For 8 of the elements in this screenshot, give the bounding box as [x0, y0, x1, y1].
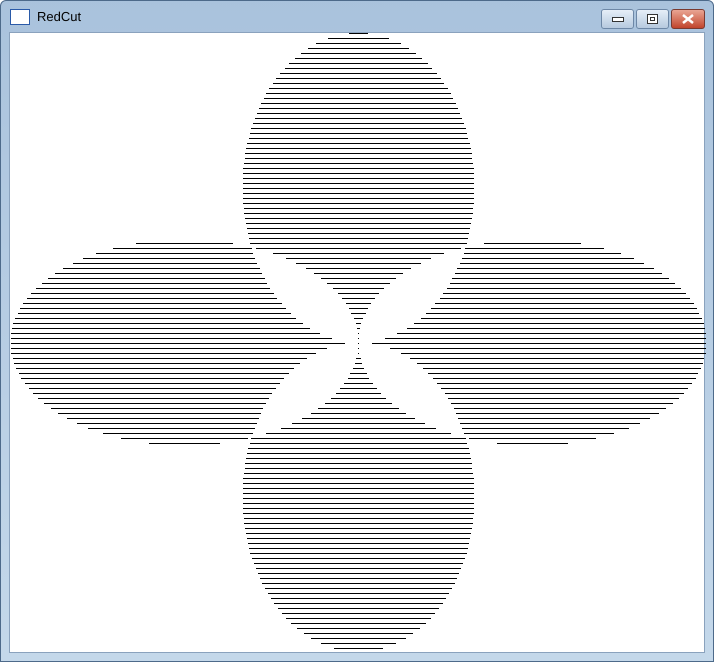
close-button[interactable] — [671, 9, 705, 29]
window-title: RedCut — [37, 8, 82, 26]
window-icon — [10, 8, 30, 24]
minimize-button[interactable] — [601, 9, 634, 29]
close-icon — [682, 14, 694, 24]
maximize-button[interactable] — [636, 9, 669, 29]
maximize-icon — [647, 14, 658, 24]
minimize-icon — [612, 16, 624, 22]
